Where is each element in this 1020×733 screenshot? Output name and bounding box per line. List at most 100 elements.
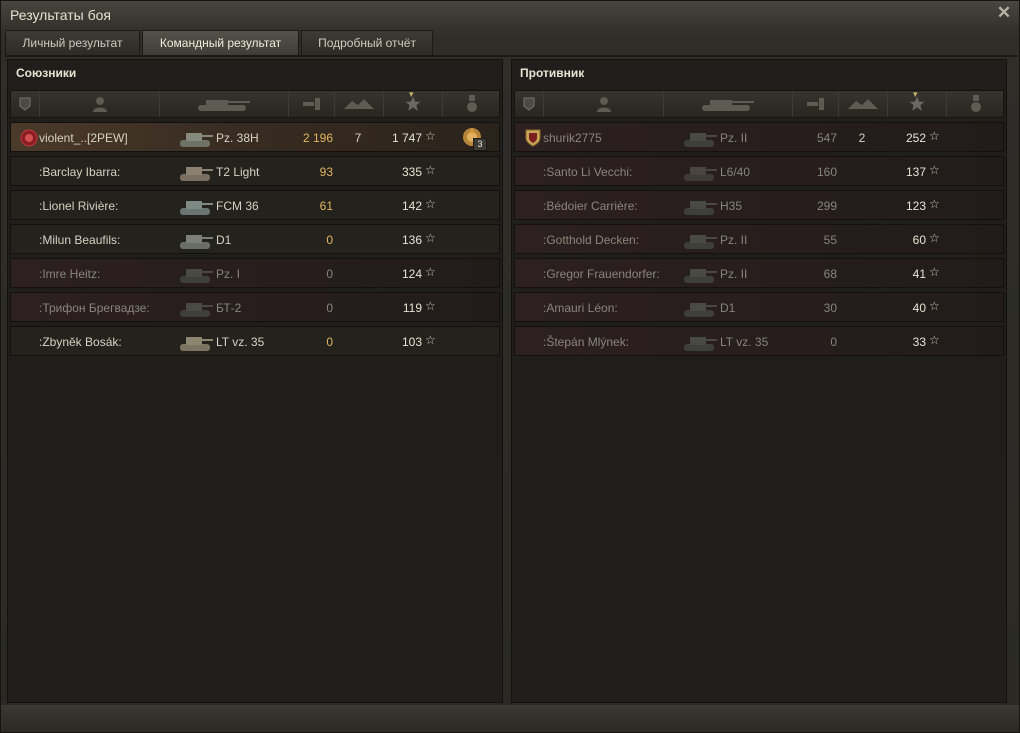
xp-star-icon[interactable]: ▾ xyxy=(888,89,947,117)
damage-icon[interactable] xyxy=(289,91,335,117)
damage-value: 61 xyxy=(319,199,333,213)
player-name: :Štepán Mlýnek: xyxy=(543,335,630,349)
vehicle-icon xyxy=(684,133,717,147)
table-row[interactable]: :Milun Beaufils: D1 0 136 ☆ xyxy=(10,224,500,254)
damage-value: 0 xyxy=(326,267,333,281)
squad-icon[interactable] xyxy=(515,91,544,117)
vehicle-icon xyxy=(180,133,213,147)
table-row[interactable]: :Amauri Léon: D1 30 40 ☆ xyxy=(514,292,1004,322)
table-row[interactable]: :Santo Li Vecchi: L6/40 160 137 ☆ xyxy=(514,156,1004,186)
xp-star-icon: ☆ xyxy=(425,265,436,279)
tab-divider xyxy=(5,55,1017,57)
damage-icon[interactable] xyxy=(793,91,839,117)
squad-icon[interactable] xyxy=(11,91,40,117)
vehicle-name: Pz. II xyxy=(720,131,748,145)
xp-value: 40 xyxy=(912,301,926,315)
player-name: :Barclay Ibarra: xyxy=(39,165,121,179)
damage-value: 299 xyxy=(816,199,837,213)
xp-star-icon: ☆ xyxy=(425,333,436,347)
vehicle-name: H35 xyxy=(720,199,743,213)
vehicle-name: LT vz. 35 xyxy=(720,335,769,349)
enemies-title: Противник xyxy=(520,66,585,80)
damage-value: 30 xyxy=(823,301,837,315)
player-name: :Imre Heitz: xyxy=(39,267,101,281)
clan-shield-icon xyxy=(525,129,541,147)
damage-value: 160 xyxy=(816,165,837,179)
xp-value: 136 xyxy=(401,233,422,247)
vehicle-icon xyxy=(180,167,213,181)
title-bar: Результаты боя ✕ xyxy=(1,1,1019,29)
xp-star-icon: ☆ xyxy=(425,197,436,211)
frags-icon[interactable] xyxy=(839,91,888,117)
enemies-panel: Противник ▾ shurik2775 Pz. II 547 2 252 … xyxy=(511,59,1007,703)
vehicle-name: Pz. I xyxy=(216,267,241,281)
vehicle-name: Pz. II xyxy=(720,233,748,247)
damage-value: 547 xyxy=(816,131,837,145)
medal-icon[interactable] xyxy=(947,91,1004,117)
table-row[interactable]: :Gregor Frauendorfer: Pz. II 68 41 ☆ xyxy=(514,258,1004,288)
vehicle-name: LT vz. 35 xyxy=(216,335,265,349)
player-name: :Milun Beaufils: xyxy=(39,233,121,247)
xp-value: 124 xyxy=(401,267,422,281)
clan-emblem-icon xyxy=(20,129,38,147)
vehicle-name: БТ-2 xyxy=(216,301,242,315)
medal-count: 3 xyxy=(473,138,487,151)
player-name: :Santo Li Vecchi: xyxy=(543,165,633,179)
battle-results-window: Результаты боя ✕ Личный результат Команд… xyxy=(0,0,1020,733)
xp-star-icon: ☆ xyxy=(929,129,940,143)
xp-value: 60 xyxy=(912,233,926,247)
allies-title: Союзники xyxy=(16,66,77,80)
table-row[interactable]: :Imre Heitz: Pz. I 0 124 ☆ xyxy=(10,258,500,288)
vehicle-icon xyxy=(180,303,213,317)
player-icon[interactable] xyxy=(40,91,160,117)
vehicle-icon xyxy=(684,269,717,283)
table-row[interactable]: :Lionel Rivière: FCM 36 61 142 ☆ xyxy=(10,190,500,220)
tank-icon[interactable] xyxy=(664,91,793,117)
xp-value: 103 xyxy=(401,335,422,349)
table-row[interactable]: violent_..[2PEW] Pz. 38H 2 196 7 1 747 ☆… xyxy=(10,122,500,152)
allies-panel: Союзники ▾ violent_..[2PEW] Pz. 38H 2 19… xyxy=(7,59,503,703)
xp-star-icon: ☆ xyxy=(929,231,940,245)
table-row[interactable]: :Трифон Брегвадзе: БТ-2 0 119 ☆ xyxy=(10,292,500,322)
damage-value: 0 xyxy=(326,233,333,247)
table-row[interactable]: :Gotthold Decken: Pz. II 55 60 ☆ xyxy=(514,224,1004,254)
tab-personal-result[interactable]: Личный результат xyxy=(5,30,140,55)
vehicle-icon xyxy=(684,303,717,317)
vehicle-name: L6/40 xyxy=(720,165,751,179)
vehicle-icon xyxy=(684,167,717,181)
player-icon[interactable] xyxy=(544,91,664,117)
xp-star-icon[interactable]: ▾ xyxy=(384,89,443,117)
damage-value: 0 xyxy=(326,301,333,315)
player-name: :Lionel Rivière: xyxy=(39,199,119,213)
xp-value: 33 xyxy=(912,335,926,349)
vehicle-name: Pz. 38H xyxy=(216,131,259,145)
bottom-bar xyxy=(1,705,1019,732)
vehicle-icon xyxy=(684,235,717,249)
close-icon[interactable]: ✕ xyxy=(995,4,1013,22)
xp-star-icon: ☆ xyxy=(425,231,436,245)
table-row[interactable]: :Barclay Ibarra: T2 Light 93 335 ☆ xyxy=(10,156,500,186)
vehicle-icon xyxy=(684,337,717,351)
frags-value: 2 xyxy=(858,131,866,145)
xp-value: 119 xyxy=(402,301,422,315)
damage-value: 0 xyxy=(830,335,837,349)
xp-value: 41 xyxy=(912,267,926,281)
tab-team-result[interactable]: Командный результат xyxy=(142,30,299,55)
xp-star-icon: ☆ xyxy=(929,197,940,211)
table-row[interactable]: :Štepán Mlýnek: LT vz. 35 0 33 ☆ xyxy=(514,326,1004,356)
tab-detailed-report[interactable]: Подробный отчёт xyxy=(301,30,433,55)
xp-value: 123 xyxy=(905,199,926,213)
player-name: shurik2775 xyxy=(543,131,602,145)
medal-icon[interactable] xyxy=(443,91,500,117)
frags-icon[interactable] xyxy=(335,91,384,117)
player-name: :Gregor Frauendorfer: xyxy=(543,267,660,281)
xp-value: 1 747 xyxy=(391,131,422,145)
table-row[interactable]: :Zbyněk Bosák: LT vz. 35 0 103 ☆ xyxy=(10,326,500,356)
tank-icon[interactable] xyxy=(160,91,289,117)
vehicle-name: T2 Light xyxy=(216,165,260,179)
xp-star-icon: ☆ xyxy=(425,163,436,177)
damage-value: 55 xyxy=(823,233,837,247)
vehicle-icon xyxy=(684,201,717,215)
table-row[interactable]: shurik2775 Pz. II 547 2 252 ☆ xyxy=(514,122,1004,152)
table-row[interactable]: :Bédoier Carrière: H35 299 123 ☆ xyxy=(514,190,1004,220)
